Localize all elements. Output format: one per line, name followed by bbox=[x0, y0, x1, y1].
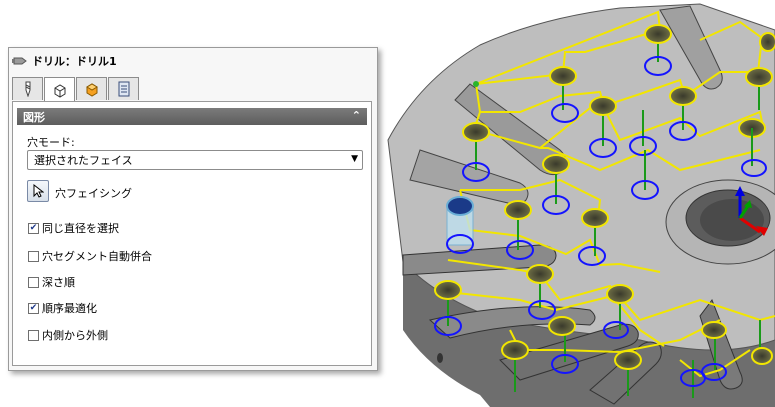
section-header-geometry[interactable]: 図形 ⌃ bbox=[17, 108, 367, 125]
checkbox-auto-merge[interactable]: 穴セグメント自動併合 bbox=[28, 248, 152, 264]
checkbox-box[interactable]: ✔ bbox=[28, 302, 39, 314]
checkbox-inside-out[interactable]: 内側から外側 bbox=[28, 327, 108, 343]
checkbox-optimize-order[interactable]: ✔ 順序最適化 bbox=[28, 300, 97, 316]
hole-mode-select[interactable]: 選択されたフェイス ▼ bbox=[27, 150, 363, 170]
drill-feature-icon bbox=[12, 57, 27, 65]
checkbox-label: 内側から外側 bbox=[42, 329, 108, 342]
chevron-down-icon: ▼ bbox=[351, 154, 358, 164]
stock-cube-icon bbox=[85, 83, 98, 97]
hole-marker bbox=[759, 32, 775, 52]
checkbox-same-diameter[interactable]: ✔ 同じ直径を選択 bbox=[28, 220, 119, 236]
hole-facing-label: 穴フェイシング bbox=[55, 187, 132, 200]
section-title: 図形 bbox=[23, 110, 45, 124]
cursor-arrow-icon bbox=[33, 184, 44, 198]
checkbox-label: 同じ直径を選択 bbox=[42, 222, 119, 235]
checkbox-box[interactable] bbox=[28, 276, 39, 288]
hole-mode-value: 選択されたフェイス bbox=[34, 154, 133, 167]
panel-content: 図形 ⌃ 穴モード: 選択されたフェイス ▼ 穴フェイシング ✔ 同じ直径を選択… bbox=[12, 101, 372, 366]
checkbox-label: 穴セグメント自動併合 bbox=[42, 250, 152, 263]
shape-cube-icon bbox=[54, 84, 65, 98]
panel-title-row: ドリル：ドリル1 bbox=[12, 52, 117, 70]
tab-program[interactable] bbox=[108, 77, 139, 100]
panel-tabs bbox=[12, 77, 140, 102]
checkbox-box[interactable]: ✔ bbox=[28, 222, 39, 234]
checkbox-box[interactable] bbox=[28, 250, 39, 262]
collapse-icon[interactable]: ⌃ bbox=[352, 109, 361, 122]
panel-title: ドリル：ドリル1 bbox=[32, 55, 117, 68]
hole-marker-selected bbox=[446, 196, 474, 254]
checkbox-box[interactable] bbox=[28, 329, 39, 341]
checkbox-label: 順序最適化 bbox=[42, 302, 97, 315]
tab-tool[interactable] bbox=[12, 77, 43, 100]
tab-stock[interactable] bbox=[76, 77, 107, 100]
tab-geometry[interactable] bbox=[44, 77, 75, 102]
checkbox-label: 深さ順 bbox=[42, 276, 75, 289]
document-icon bbox=[118, 81, 129, 97]
drill-bit-icon bbox=[25, 81, 30, 97]
drill-property-panel: ドリル：ドリル1 図形 ⌃ 穴モード: 選択されたフェイス ▼ 穴フェイシング … bbox=[8, 47, 378, 371]
checkbox-depth-order[interactable]: 深さ順 bbox=[28, 274, 75, 290]
hole-mode-label: 穴モード: bbox=[27, 136, 75, 149]
hole-facing-button[interactable] bbox=[27, 180, 49, 202]
